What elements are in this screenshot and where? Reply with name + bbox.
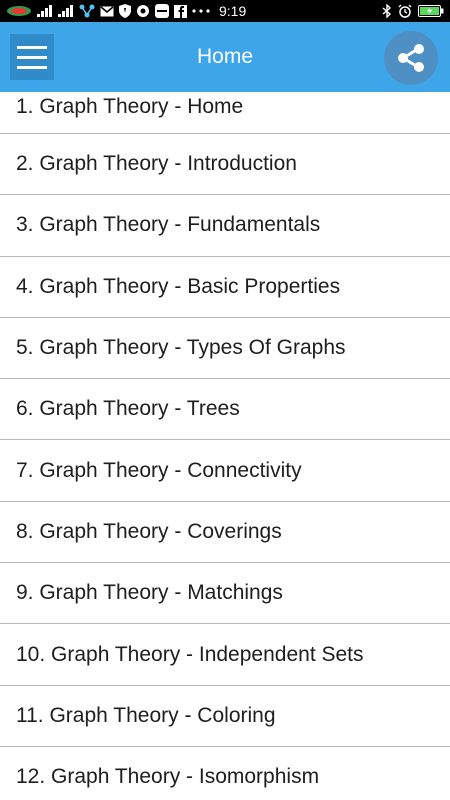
facebook-icon	[174, 4, 187, 18]
share-button[interactable]	[384, 31, 438, 85]
alarm-icon	[398, 4, 412, 18]
signal-icon	[58, 4, 74, 18]
carrier-logo-icon	[6, 4, 32, 18]
hamburger-icon	[17, 45, 47, 49]
bluetooth-icon	[382, 4, 392, 18]
status-bar: 9:19	[0, 0, 450, 22]
shield-icon	[119, 4, 131, 18]
list-item[interactable]: 8. Graph Theory - Coverings	[0, 502, 450, 564]
list-item[interactable]: 10. Graph Theory - Independent Sets	[0, 624, 450, 686]
battery-icon	[418, 4, 444, 18]
topic-list: 1. Graph Theory - Home 2. Graph Theory -…	[0, 92, 450, 800]
list-item[interactable]: 1. Graph Theory - Home	[0, 92, 450, 134]
list-item[interactable]: 12. Graph Theory - Isomorphism	[0, 747, 450, 800]
list-item[interactable]: 3. Graph Theory - Fundamentals	[0, 195, 450, 257]
more-icon	[192, 4, 210, 18]
list-item[interactable]: 4. Graph Theory - Basic Properties	[0, 257, 450, 318]
page-title: Home	[196, 45, 254, 68]
list-item[interactable]: 9. Graph Theory - Matchings	[0, 563, 450, 625]
list-item[interactable]: 11. Graph Theory - Coloring	[0, 686, 450, 747]
app-bar: Home	[0, 22, 450, 92]
gmail-icon	[100, 4, 114, 18]
list-item[interactable]: 6. Graph Theory - Trees	[0, 379, 450, 441]
network-icon	[79, 4, 95, 18]
clock: 9:19	[219, 3, 247, 19]
menu-button[interactable]	[10, 34, 54, 80]
zalo-icon	[155, 4, 169, 18]
signal-icon	[37, 4, 53, 18]
settings-icon	[136, 4, 150, 18]
share-icon	[398, 44, 424, 72]
list-item[interactable]: 7. Graph Theory - Connectivity	[0, 440, 450, 502]
list-item[interactable]: 5. Graph Theory - Types Of Graphs	[0, 318, 450, 380]
list-item[interactable]: 2. Graph Theory - Introduction	[0, 134, 450, 196]
